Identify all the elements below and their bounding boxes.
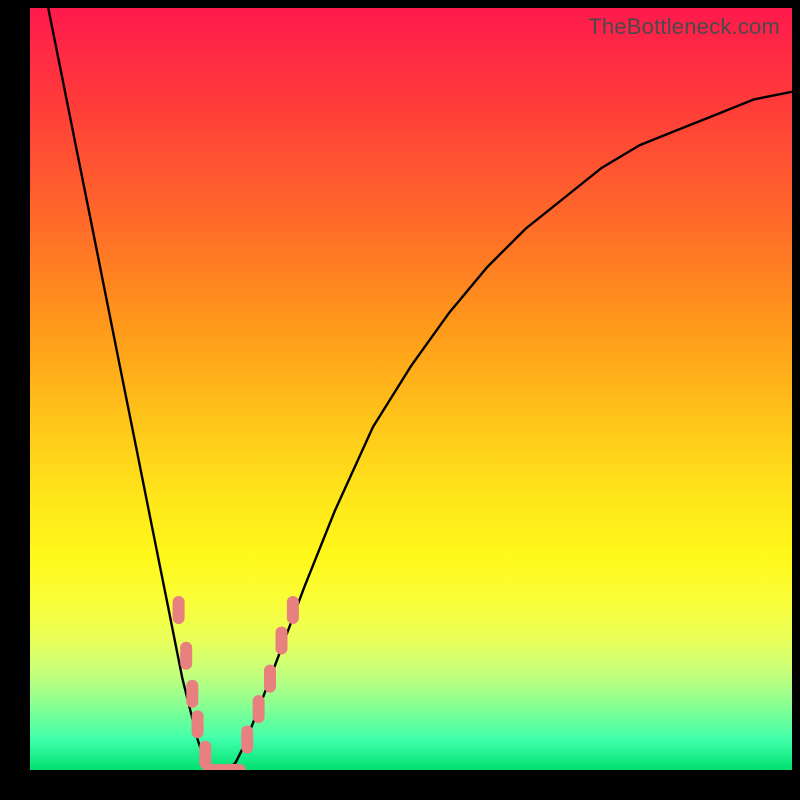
data-marker <box>253 695 265 723</box>
chart-frame: TheBottleneck.com <box>0 0 800 800</box>
curve-group <box>30 8 792 770</box>
watermark-text: TheBottleneck.com <box>588 14 780 40</box>
data-marker <box>276 627 288 655</box>
curve-svg <box>30 8 792 770</box>
data-marker <box>287 596 299 624</box>
marker-group <box>173 596 299 770</box>
data-marker <box>199 741 211 769</box>
data-marker <box>203 764 231 770</box>
bottleneck-curve <box>30 8 792 770</box>
data-marker <box>192 710 204 738</box>
data-marker <box>173 596 185 624</box>
data-marker <box>241 726 253 754</box>
plot-area: TheBottleneck.com <box>30 8 792 770</box>
data-marker <box>264 665 276 693</box>
data-marker <box>180 642 192 670</box>
data-marker <box>218 764 246 770</box>
data-marker <box>186 680 198 708</box>
